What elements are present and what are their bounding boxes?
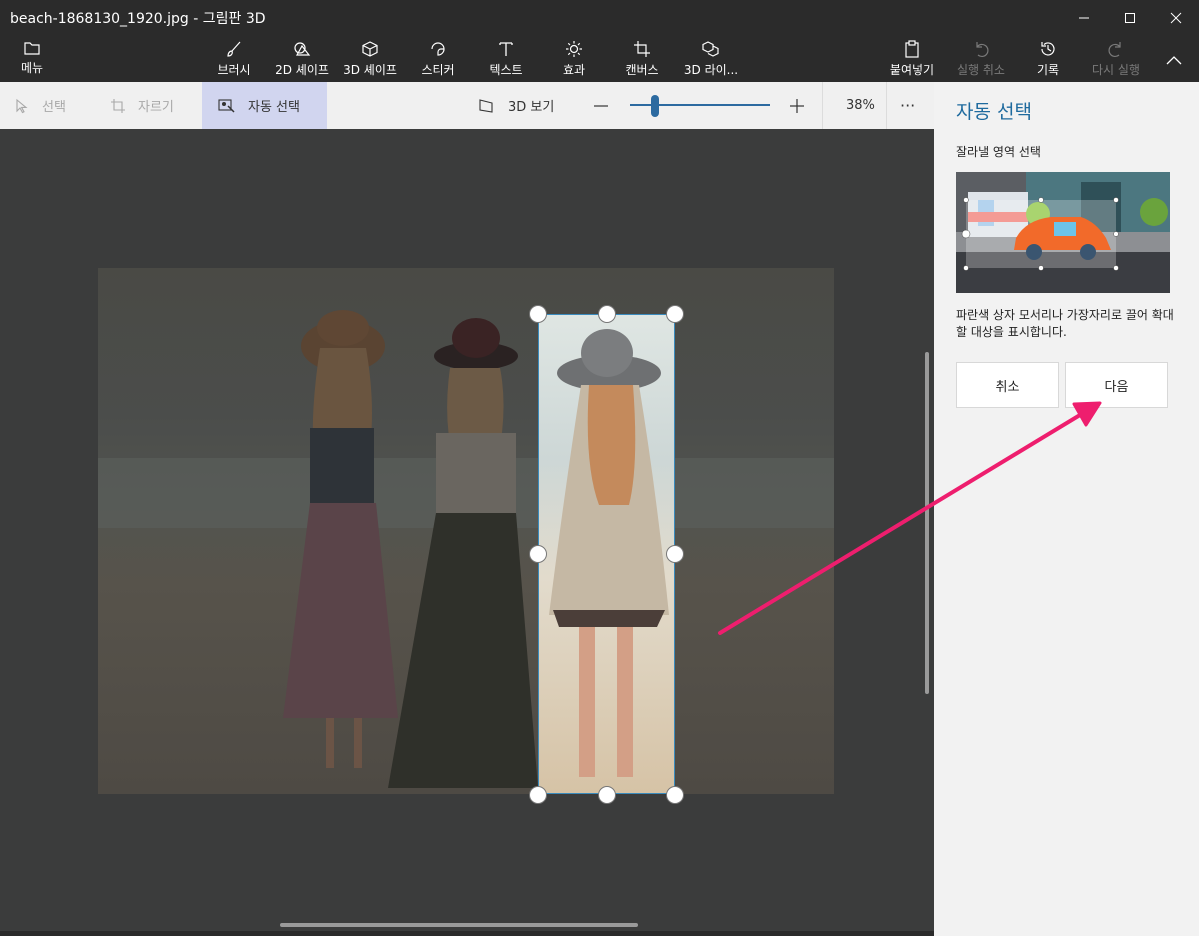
maximize-button[interactable] — [1107, 0, 1153, 36]
crop-tool[interactable]: 자르기 — [110, 82, 174, 129]
resize-handle-bottom-right[interactable] — [666, 786, 684, 804]
selection-box[interactable] — [538, 314, 675, 794]
sun-icon — [566, 41, 582, 57]
panel-title: 자동 선택 — [956, 101, 1032, 123]
minimize-button[interactable] — [1061, 0, 1107, 36]
chevron-up-icon — [1166, 55, 1182, 64]
shapes3d-button[interactable]: 3D 셰이프 — [338, 36, 402, 82]
zoom-level: 38% — [846, 98, 875, 113]
cursor-icon — [16, 98, 28, 113]
redo-label: 다시 실행 — [1092, 63, 1140, 77]
library3d-button[interactable]: 3D 라이... — [680, 36, 742, 82]
view-3d-label: 3D 보기 — [508, 100, 555, 115]
resize-handle-bottom-left[interactable] — [529, 786, 547, 804]
next-button[interactable]: 다음 — [1065, 362, 1168, 408]
shapes2d-button[interactable]: 2D 셰이프 — [270, 36, 334, 82]
magic-select-icon — [218, 98, 235, 113]
shapes3d-label: 3D 셰이프 — [343, 63, 397, 77]
text-icon — [499, 42, 513, 56]
undo-button[interactable]: 실행 취소 — [950, 36, 1012, 82]
canvas-icon — [634, 41, 650, 57]
sticker-icon — [431, 42, 445, 56]
library3d-label: 3D 라이... — [683, 63, 739, 77]
magic-select-tool[interactable]: 자동 선택 — [202, 82, 327, 129]
menu-button[interactable]: 메뉴 — [14, 36, 50, 82]
brush-icon — [227, 41, 241, 57]
panel-subtitle: 잘라낼 영역 선택 — [956, 145, 1041, 159]
tool-options-bar: 선택 자르기 자동 선택 3D 보기 38% ··· — [0, 82, 934, 129]
sticker-button[interactable]: 스티커 — [414, 36, 462, 82]
minus-icon — [594, 104, 608, 107]
history-button[interactable]: 기록 — [1030, 36, 1066, 82]
resize-handle-top[interactable] — [598, 305, 616, 323]
toolbar-divider — [822, 82, 823, 129]
close-icon — [1170, 12, 1182, 24]
redo-button[interactable]: 다시 실행 — [1086, 36, 1146, 82]
undo-label: 실행 취소 — [957, 63, 1005, 77]
resize-handle-right[interactable] — [666, 545, 684, 563]
select-tool[interactable]: 선택 — [14, 82, 66, 129]
more-options-button[interactable]: ··· — [900, 82, 915, 129]
text-button[interactable]: 텍스트 — [482, 36, 530, 82]
window-title: beach-1868130_1920.jpg - 그림판 3D — [10, 11, 266, 27]
history-icon — [1041, 42, 1055, 56]
window-controls — [1061, 0, 1199, 36]
canvas-image[interactable] — [98, 268, 834, 794]
resize-handle-bottom[interactable] — [598, 786, 616, 804]
selected-woman-figure — [549, 329, 669, 777]
example-illustration — [956, 172, 1170, 293]
shapes2d-label: 2D 셰이프 — [275, 63, 329, 77]
sticker-label: 스티커 — [421, 63, 455, 77]
text-label: 텍스트 — [489, 63, 523, 77]
view-3d-toggle[interactable]: 3D 보기 — [478, 82, 554, 129]
maximize-icon — [1125, 13, 1135, 23]
crop-label: 자르기 — [138, 100, 174, 115]
zoom-slider-thumb[interactable] — [651, 95, 659, 117]
example-car-illustration — [956, 172, 1170, 293]
shapes-2d-icon — [294, 42, 311, 56]
plus-icon — [790, 98, 804, 113]
brush-label: 브러시 — [217, 63, 251, 77]
paste-button[interactable]: 붙여넣기 — [884, 36, 940, 82]
panel-description: 파란색 상자 모서리나 가장자리로 끌어 확대할 대상을 표시합니다. — [956, 308, 1174, 339]
magic-select-label: 자동 선택 — [248, 100, 300, 115]
minimize-icon — [1079, 17, 1089, 19]
canvas-label: 캔버스 — [625, 63, 659, 77]
toolbar-divider — [886, 82, 887, 129]
horizontal-scrollbar[interactable] — [280, 923, 638, 927]
close-button[interactable] — [1153, 0, 1199, 36]
zoom-out-button[interactable] — [592, 82, 622, 129]
select-label: 선택 — [42, 100, 66, 115]
window-bottom-edge — [0, 931, 934, 936]
effects-label: 효과 — [562, 63, 586, 77]
resize-handle-left[interactable] — [529, 545, 547, 563]
brush-button[interactable]: 브러시 — [210, 36, 258, 82]
history-label: 기록 — [1036, 63, 1060, 77]
title-bar: beach-1868130_1920.jpg - 그림판 3D — [0, 0, 1199, 36]
view-3d-icon — [479, 98, 493, 113]
redo-icon — [1108, 42, 1121, 58]
canvas-button[interactable]: 캔버스 — [618, 36, 666, 82]
collapse-ribbon-button[interactable] — [1164, 36, 1184, 82]
paste-label: 붙여넣기 — [889, 63, 935, 77]
effects-button[interactable]: 효과 — [552, 36, 596, 82]
crop-icon — [111, 98, 125, 113]
cancel-button[interactable]: 취소 — [956, 362, 1059, 408]
folder-icon — [24, 42, 40, 55]
cube-icon — [362, 41, 378, 57]
zoom-in-button[interactable] — [788, 82, 818, 129]
library-3d-icon — [702, 41, 719, 57]
ribbon: 메뉴 브러시 2D 셰이프 3D 셰이프 스티커 텍스트 효과 캔버스 3D 라… — [0, 36, 1199, 82]
resize-handle-top-right[interactable] — [666, 305, 684, 323]
vertical-scrollbar[interactable] — [925, 352, 929, 694]
dimmed-photo-figures — [98, 310, 834, 788]
clipboard-icon — [905, 40, 919, 58]
magic-select-panel: 자동 선택 잘라낼 영역 선택 파란색 상자 모서리나 가장자리로 끌어 확대할… — [934, 82, 1199, 936]
undo-icon — [976, 42, 989, 58]
menu-label: 메뉴 — [20, 61, 44, 75]
resize-handle-top-left[interactable] — [529, 305, 547, 323]
